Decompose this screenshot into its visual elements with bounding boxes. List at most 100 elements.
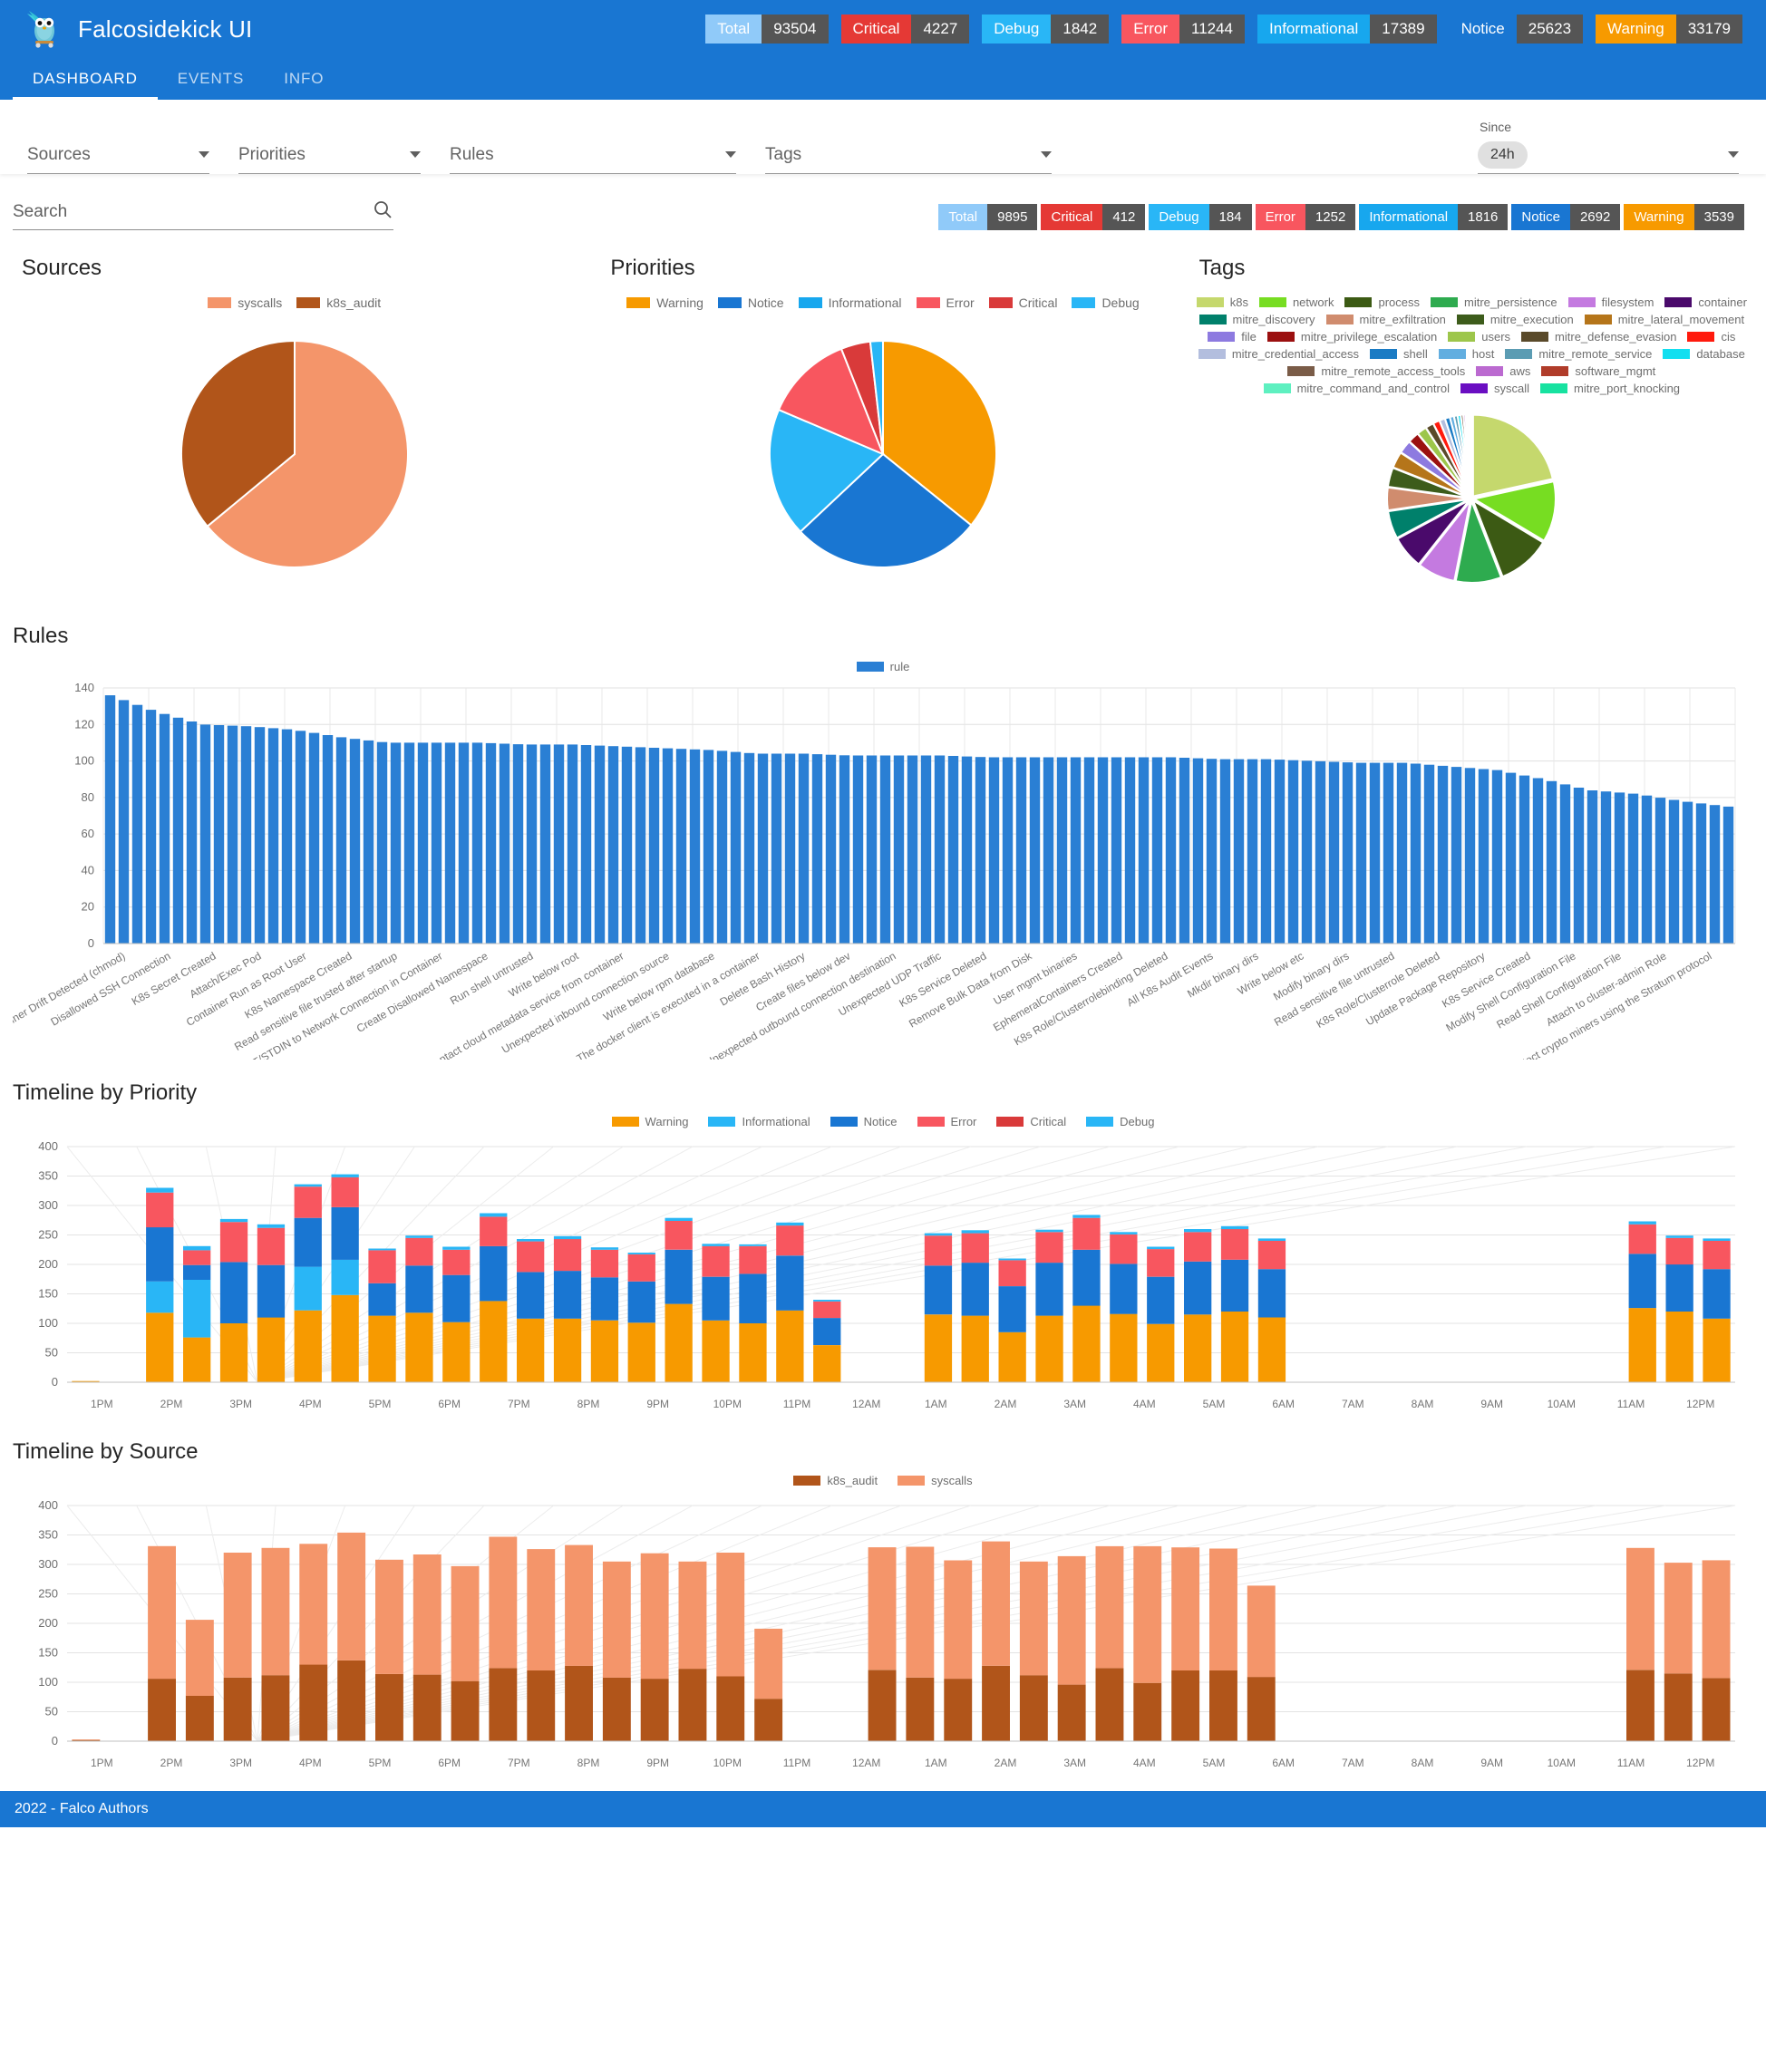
timeline-bar-segment[interactable] (489, 1536, 518, 1669)
timeline-bar-segment[interactable] (489, 1668, 518, 1741)
timeline-bar-segment[interactable] (702, 1245, 730, 1277)
timeline-bar-segment[interactable] (998, 1286, 1026, 1332)
timeline-bar-segment[interactable] (1665, 1264, 1693, 1312)
header-badge-error[interactable]: Error 11244 (1121, 15, 1246, 44)
header-badge-debug[interactable]: Debug 1842 (982, 15, 1110, 44)
timeline-bar-segment[interactable] (375, 1673, 403, 1741)
timeline-bar-segment[interactable] (944, 1679, 973, 1741)
priorities-legend-item[interactable]: Informational (798, 295, 902, 310)
timeline-bar-segment[interactable] (1257, 1238, 1286, 1241)
rules-bar[interactable] (784, 753, 796, 944)
timeline-bar-segment[interactable] (1628, 1254, 1656, 1309)
timeline-bar-segment[interactable] (961, 1230, 989, 1234)
timeline-bar-segment[interactable] (1703, 1241, 1731, 1270)
rules-bar[interactable] (471, 742, 483, 944)
timeline-bar-segment[interactable] (1665, 1312, 1693, 1382)
timeline-bar-segment[interactable] (257, 1227, 286, 1265)
timeline-bar-segment[interactable] (146, 1281, 174, 1313)
timeline-bar-segment[interactable] (1220, 1229, 1249, 1260)
rules-bar[interactable] (431, 742, 442, 944)
timeline-bar-segment[interactable] (665, 1249, 693, 1304)
rules-bar[interactable] (403, 742, 415, 944)
tags-legend-item[interactable]: mitre_remote_service (1505, 347, 1652, 361)
timeline-bar-segment[interactable] (665, 1217, 693, 1221)
tab-events[interactable]: EVENTS (158, 70, 264, 100)
timeline-bar-segment[interactable] (924, 1314, 953, 1383)
timeline-bar-segment[interactable] (223, 1553, 252, 1678)
timeline-bar-segment[interactable] (480, 1213, 508, 1217)
timeline-bar-segment[interactable] (998, 1260, 1026, 1286)
rules-bar[interactable] (240, 726, 252, 944)
tlp-legend-item[interactable]: Warning (611, 1115, 688, 1128)
timeline-bar-segment[interactable] (553, 1235, 582, 1240)
priorities-legend-item[interactable]: Debug (1072, 295, 1140, 310)
rules-bar[interactable] (444, 742, 456, 944)
tags-legend-item[interactable]: mitre_execution (1456, 313, 1574, 326)
rules-bar[interactable] (145, 710, 157, 944)
timeline-bar-segment[interactable] (148, 1679, 176, 1741)
rules-bar[interactable] (376, 741, 388, 944)
timeline-bar-segment[interactable] (1257, 1269, 1286, 1318)
rules-bar[interactable] (553, 744, 565, 944)
timeline-bar-segment[interactable] (1133, 1545, 1162, 1683)
filtered-badge-debug[interactable]: Debug 184 (1149, 204, 1252, 230)
timeline-bar-segment[interactable] (1147, 1276, 1175, 1324)
timeline-bar-segment[interactable] (1209, 1548, 1237, 1671)
timeline-bar-segment[interactable] (219, 1218, 248, 1223)
tags-legend-item[interactable]: file (1208, 330, 1257, 344)
tags-legend-item[interactable]: mitre_remote_access_tools (1287, 364, 1465, 378)
timeline-bar-segment[interactable] (702, 1320, 730, 1383)
timeline-bar-segment[interactable] (442, 1322, 471, 1382)
timeline-bar-segment[interactable] (553, 1239, 582, 1272)
filtered-badge-critical[interactable]: Critical 412 (1041, 204, 1146, 230)
timeline-bar-segment[interactable] (1057, 1684, 1086, 1741)
timeline-bar-segment[interactable] (1247, 1585, 1276, 1678)
timeline-bar-segment[interactable] (1095, 1668, 1124, 1741)
rules-bar[interactable] (1600, 791, 1612, 944)
timeline-bar-segment[interactable] (590, 1277, 619, 1321)
timeline-bar-segment[interactable] (627, 1254, 655, 1282)
timeline-bar-segment[interactable] (183, 1245, 211, 1251)
timeline-bar-segment[interactable] (294, 1217, 322, 1267)
rules-bar[interactable] (1451, 767, 1462, 944)
rules-bar[interactable] (1192, 758, 1204, 944)
timeline-bar-segment[interactable] (1133, 1682, 1162, 1741)
rules-bar[interactable] (322, 735, 334, 944)
timeline-bar-segment[interactable] (961, 1315, 989, 1382)
timeline-bar-segment[interactable] (331, 1176, 359, 1207)
rules-bar[interactable] (893, 755, 905, 944)
tags-legend-item[interactable]: aws (1476, 364, 1530, 378)
rules-bar[interactable] (1369, 762, 1381, 944)
rules-bar[interactable] (349, 739, 361, 944)
timeline-bar-segment[interactable] (146, 1192, 174, 1228)
rules-bar[interactable] (1546, 780, 1557, 944)
tags-legend-item[interactable]: network (1258, 295, 1334, 309)
rules-bar[interactable] (703, 750, 714, 944)
timeline-bar-segment[interactable] (776, 1255, 804, 1311)
timeline-bar-segment[interactable] (1035, 1229, 1063, 1233)
timeline-bar-segment[interactable] (294, 1310, 322, 1382)
rules-bar[interactable] (934, 755, 946, 944)
rules-bar[interactable] (1668, 799, 1680, 944)
rules-bar[interactable] (811, 754, 823, 944)
timeline-bar-segment[interactable] (1035, 1315, 1063, 1382)
timeline-bar-segment[interactable] (261, 1547, 290, 1676)
timeline-bar-segment[interactable] (553, 1318, 582, 1382)
timeline-bar-segment[interactable] (1072, 1215, 1101, 1218)
rules-bar[interactable] (757, 753, 769, 944)
timeline-bar-segment[interactable] (924, 1235, 953, 1266)
timeline-bar-segment[interactable] (868, 1547, 897, 1670)
timeline-bar-segment[interactable] (223, 1677, 252, 1741)
timeline-bar-segment[interactable] (1035, 1263, 1063, 1316)
rules-bar[interactable] (743, 752, 755, 944)
rules-bar[interactable] (1070, 757, 1082, 944)
rules-bar[interactable] (1722, 806, 1734, 944)
rules-bar[interactable] (335, 737, 347, 944)
timeline-bar-segment[interactable] (1171, 1670, 1200, 1741)
rules-bar[interactable] (1491, 770, 1503, 944)
timeline-bar-segment[interactable] (517, 1239, 545, 1242)
rules-bar[interactable] (1233, 759, 1245, 944)
timeline-bar-segment[interactable] (1626, 1670, 1654, 1741)
timeline-bar-segment[interactable] (183, 1250, 211, 1265)
rules-bar[interactable] (131, 704, 143, 944)
